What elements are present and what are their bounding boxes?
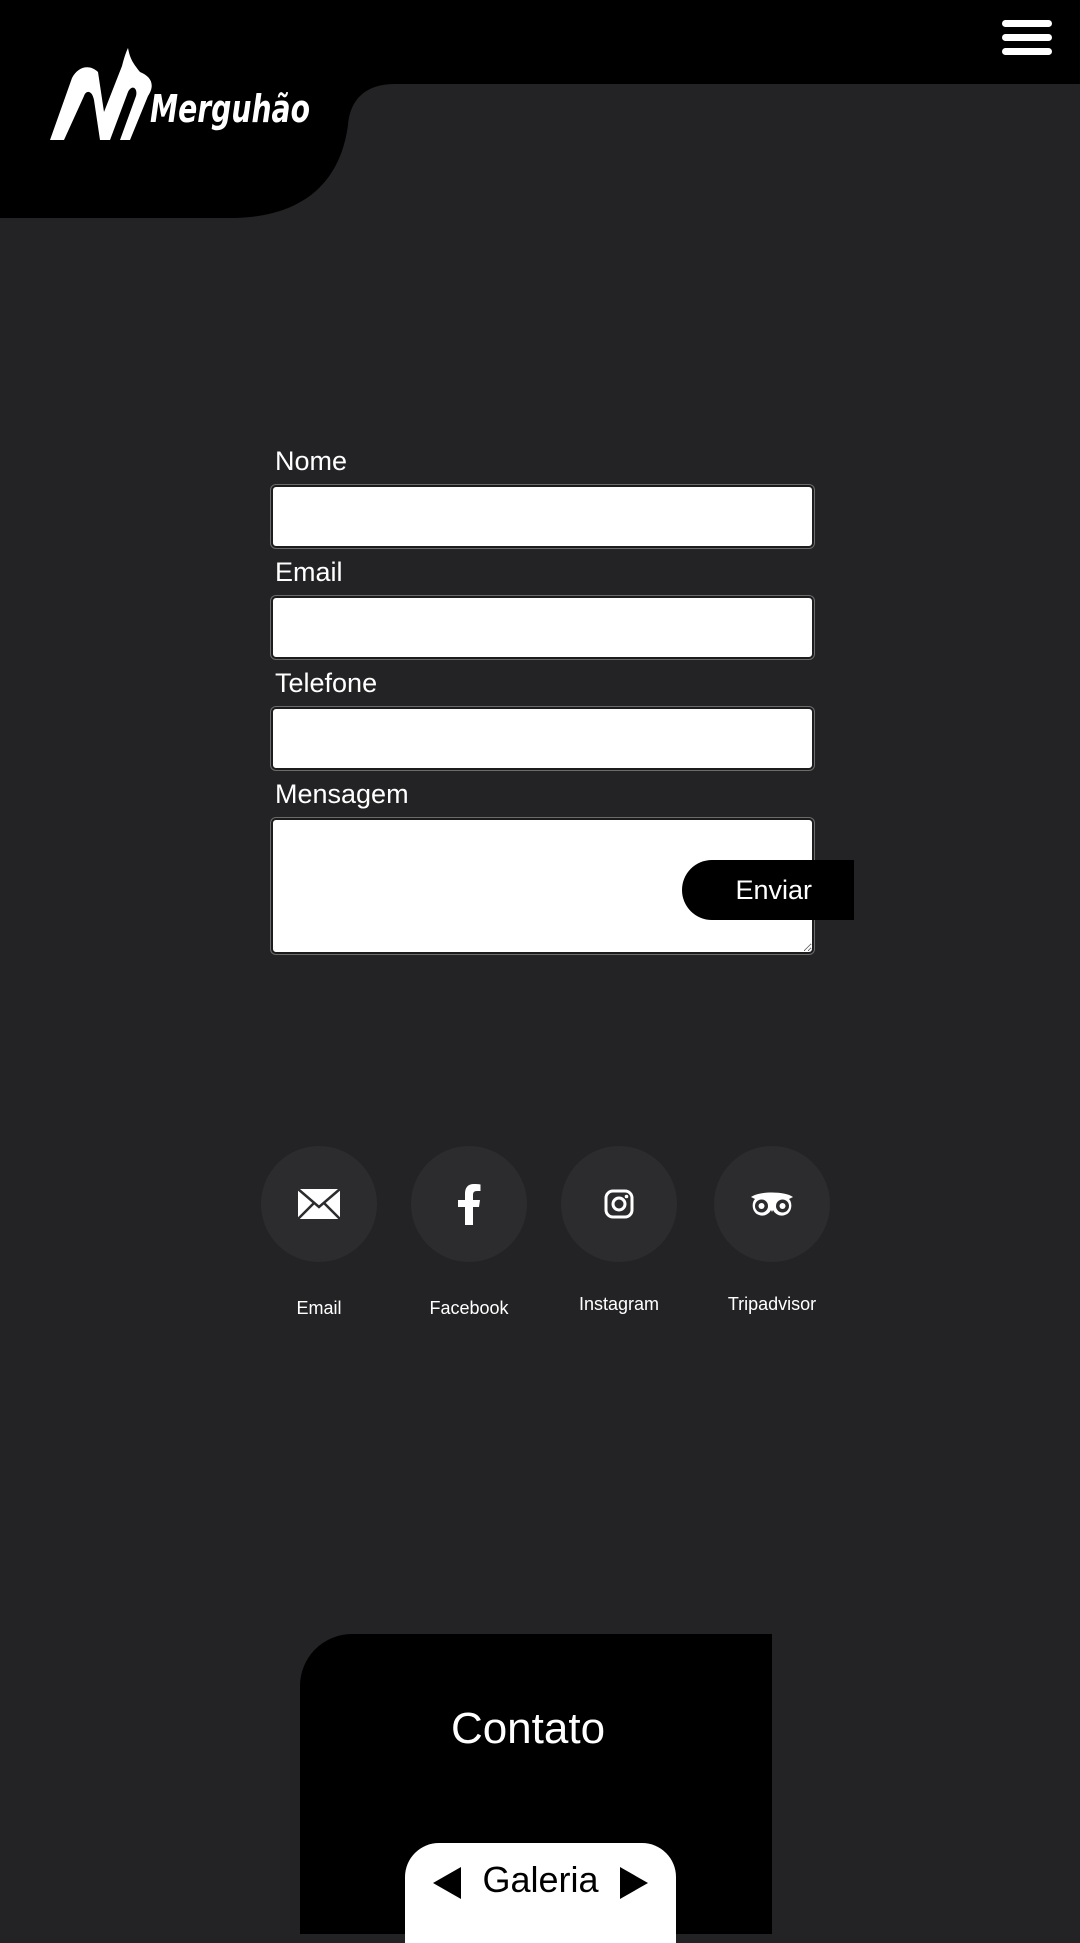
social-instagram-circle (561, 1146, 677, 1262)
social-email-label: Email (296, 1298, 342, 1318)
send-button[interactable]: Enviar (682, 860, 854, 920)
tripadvisor-icon (751, 1192, 793, 1216)
social-email-circle (261, 1146, 377, 1262)
contact-title[interactable]: Contato (300, 1704, 756, 1754)
email-input[interactable] (271, 596, 814, 659)
gallery-nav: Galeria (405, 1843, 676, 1943)
email-label: Email (275, 557, 343, 587)
name-input[interactable] (271, 485, 814, 548)
social-instagram[interactable]: Instagram (561, 1146, 677, 1315)
instagram-icon (604, 1189, 634, 1219)
social-facebook-circle (411, 1146, 527, 1262)
social-tripadvisor[interactable]: Tripadvisor (714, 1146, 830, 1315)
social-email[interactable]: Email (261, 1146, 377, 1319)
social-tripadvisor-circle (714, 1146, 830, 1262)
hamburger-icon-line (1002, 34, 1052, 41)
envelope-icon (297, 1188, 341, 1220)
phone-label: Telefone (275, 668, 378, 698)
social-instagram-label: Instagram (578, 1294, 660, 1314)
logo[interactable]: Merguhão (0, 0, 400, 220)
logo-shape: Merguhão (0, 0, 400, 218)
hamburger-icon-line (1002, 48, 1052, 55)
social-facebook-label: Facebook (429, 1298, 509, 1318)
social-tripadvisor-label: Tripadvisor (727, 1294, 817, 1314)
name-label: Nome (275, 446, 348, 476)
phone-input[interactable] (271, 707, 814, 770)
social-facebook[interactable]: Facebook (411, 1146, 527, 1319)
facebook-icon (458, 1184, 481, 1225)
message-label: Mensagem (275, 779, 409, 809)
menu-button[interactable] (1002, 20, 1052, 60)
hamburger-icon (1002, 20, 1052, 27)
triangle-right-icon[interactable] (614, 1863, 654, 1903)
logo-wordmark: Merguhão (150, 87, 310, 131)
